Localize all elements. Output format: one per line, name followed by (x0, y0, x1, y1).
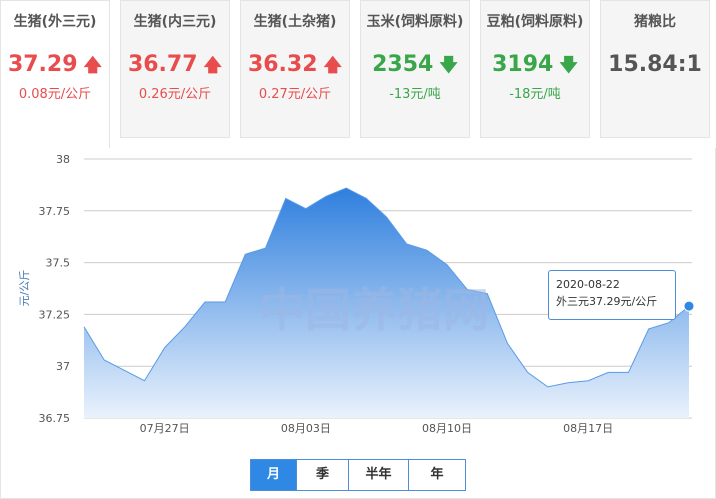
x-tick-label: 08月17日 (563, 422, 613, 435)
price-value: 36.32 (247, 52, 318, 77)
arrow-down-icon: 🡇 (439, 55, 458, 76)
y-tick-label: 36.75 (39, 412, 71, 425)
tooltip-value: 外三元37.29元/公斤 (556, 295, 658, 308)
card-pig-waisanyuan[interactable]: 生猪(外三元) 37.29 🡅 0.08元/公斤 (0, 0, 110, 150)
price-value: 36.77 (127, 52, 198, 77)
y-axis: 38 37.75 37.5 37.25 37 36.75 (39, 153, 71, 425)
card-price: 2354 🡇 (361, 51, 469, 79)
card-price: 36.32 🡅 (241, 51, 349, 79)
card-title: 玉米(饲料原料) (366, 14, 464, 30)
card-change: 0.27元/公斤 (258, 87, 332, 102)
tab-year[interactable]: 年 (409, 460, 465, 490)
x-tick-label: 08月10日 (422, 422, 472, 435)
y-axis-title: 元/公斤 (18, 270, 31, 307)
y-tick-label: 37.25 (39, 308, 71, 321)
y-tick-label: 37.75 (39, 205, 71, 218)
tab-half-year[interactable]: 半年 (349, 460, 409, 490)
card-change: 0.08元/公斤 (18, 87, 92, 102)
range-tabs: 月 季 半年 年 (250, 459, 466, 491)
card-pig-grain-ratio[interactable]: 猪粮比 15.84:1 (600, 0, 710, 138)
data-points (683, 300, 695, 312)
card-change: 0.26元/公斤 (138, 87, 212, 102)
x-tick-label: 08月03日 (281, 422, 331, 435)
card-price: 3194 🡇 (481, 51, 589, 79)
y-tick-label: 37.5 (46, 257, 71, 270)
x-axis: 07月27日 08月03日 08月10日 08月17日 (140, 422, 614, 435)
highlight-point[interactable] (683, 300, 695, 312)
card-price: 37.29 🡅 (1, 51, 109, 79)
arrow-up-icon: 🡅 (323, 55, 343, 76)
tab-month[interactable]: 月 (251, 460, 297, 490)
card-title: 豆粕(饲料原料) (486, 14, 584, 30)
y-tick-label: 37 (56, 360, 70, 373)
tooltip-date: 2020-08-22 (556, 278, 620, 291)
arrow-up-icon: 🡅 (203, 55, 223, 76)
card-title: 生猪(外三元) (13, 14, 97, 30)
y-tick-label: 38 (56, 153, 70, 166)
price-value: 3194 (492, 52, 554, 77)
card-title: 猪粮比 (634, 14, 676, 30)
card-soymeal[interactable]: 豆粕(饲料原料) 3194 🡇 -18元/吨 (480, 0, 590, 138)
card-title: 生猪(内三元) (133, 14, 217, 30)
x-tick-label: 07月27日 (140, 422, 190, 435)
arrow-up-icon: 🡅 (83, 55, 103, 76)
price-cards: 生猪(外三元) 37.29 🡅 0.08元/公斤 生猪(内三元) 36.77 🡅 0… (0, 0, 716, 150)
price-value: 2354 (372, 52, 434, 77)
price-value: 15.84:1 (608, 52, 702, 77)
chart-tooltip: 2020-08-22 外三元37.29元/公斤 (548, 270, 676, 320)
price-value: 37.29 (7, 52, 78, 77)
card-pig-neisanyuan[interactable]: 生猪(内三元) 36.77 🡅 0.26元/公斤 (120, 0, 230, 138)
card-price: 36.77 🡅 (121, 51, 229, 79)
arrow-down-icon: 🡇 (559, 55, 578, 76)
card-corn[interactable]: 玉米(饲料原料) 2354 🡇 -13元/吨 (360, 0, 470, 138)
card-title: 生猪(土杂猪) (253, 14, 337, 30)
card-price: 15.84:1 (601, 51, 709, 79)
card-change: -13元/吨 (389, 87, 441, 102)
watermark: 中国养猪网 (259, 283, 489, 337)
card-pig-tuzazhu[interactable]: 生猪(土杂猪) 36.32 🡅 0.27元/公斤 (240, 0, 350, 138)
tab-quarter[interactable]: 季 (297, 460, 349, 490)
card-change: -18元/吨 (509, 87, 561, 102)
